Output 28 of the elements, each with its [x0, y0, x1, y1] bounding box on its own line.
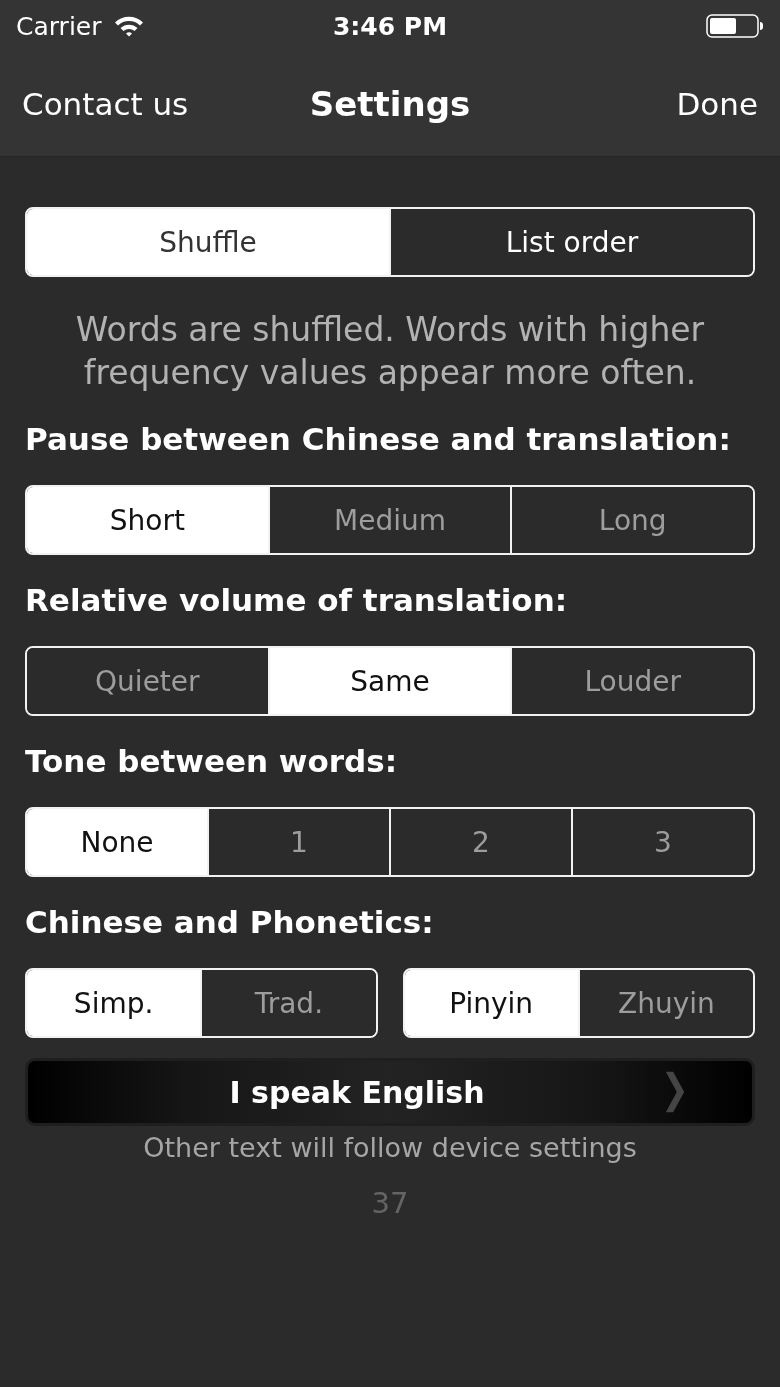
language-note: Other text will follow device settings: [142, 1132, 638, 1164]
section-heading: Pause between Chinese and translation:: [25, 420, 732, 459]
done-button[interactable]: Done: [676, 86, 758, 122]
segmented-option[interactable]: Shuffle: [27, 209, 389, 275]
wifi-icon: [113, 15, 144, 37]
segmented-option[interactable]: None: [27, 809, 207, 875]
segmented-option[interactable]: Long: [510, 487, 753, 553]
status-time: 3:46 PM: [332, 11, 448, 41]
language-button[interactable]: I speak English: [25, 1058, 755, 1126]
section-heading: Relative volume of translation:: [25, 581, 569, 620]
segmented-option[interactable]: Louder: [510, 648, 753, 714]
battery-icon: [706, 14, 764, 38]
segmented-option[interactable]: List order: [389, 209, 753, 275]
carrier-name: Carrier: [16, 11, 102, 41]
section-heading: Chinese and Phonetics:: [25, 903, 435, 942]
segmented-option[interactable]: Simp.: [27, 970, 201, 1036]
contact-us-button[interactable]: Contact us: [22, 86, 189, 122]
footer-number: 37: [370, 1186, 410, 1220]
segmented-option[interactable]: Zhuyin: [577, 970, 753, 1036]
segmented-option[interactable]: Pinyin: [404, 970, 578, 1036]
segmented-option[interactable]: Trad.: [200, 970, 376, 1036]
section-heading: Tone between words:: [25, 742, 399, 781]
segmented-option[interactable]: Short: [27, 487, 268, 553]
screen-title: Settings: [309, 84, 471, 124]
segmented-option[interactable]: Same: [267, 648, 511, 714]
chevron-icon: [664, 1071, 686, 1113]
order-description: Words are shuffled. Words with higher frequency values appear more often.: [74, 309, 706, 394]
segmented-option[interactable]: 3: [571, 809, 753, 875]
